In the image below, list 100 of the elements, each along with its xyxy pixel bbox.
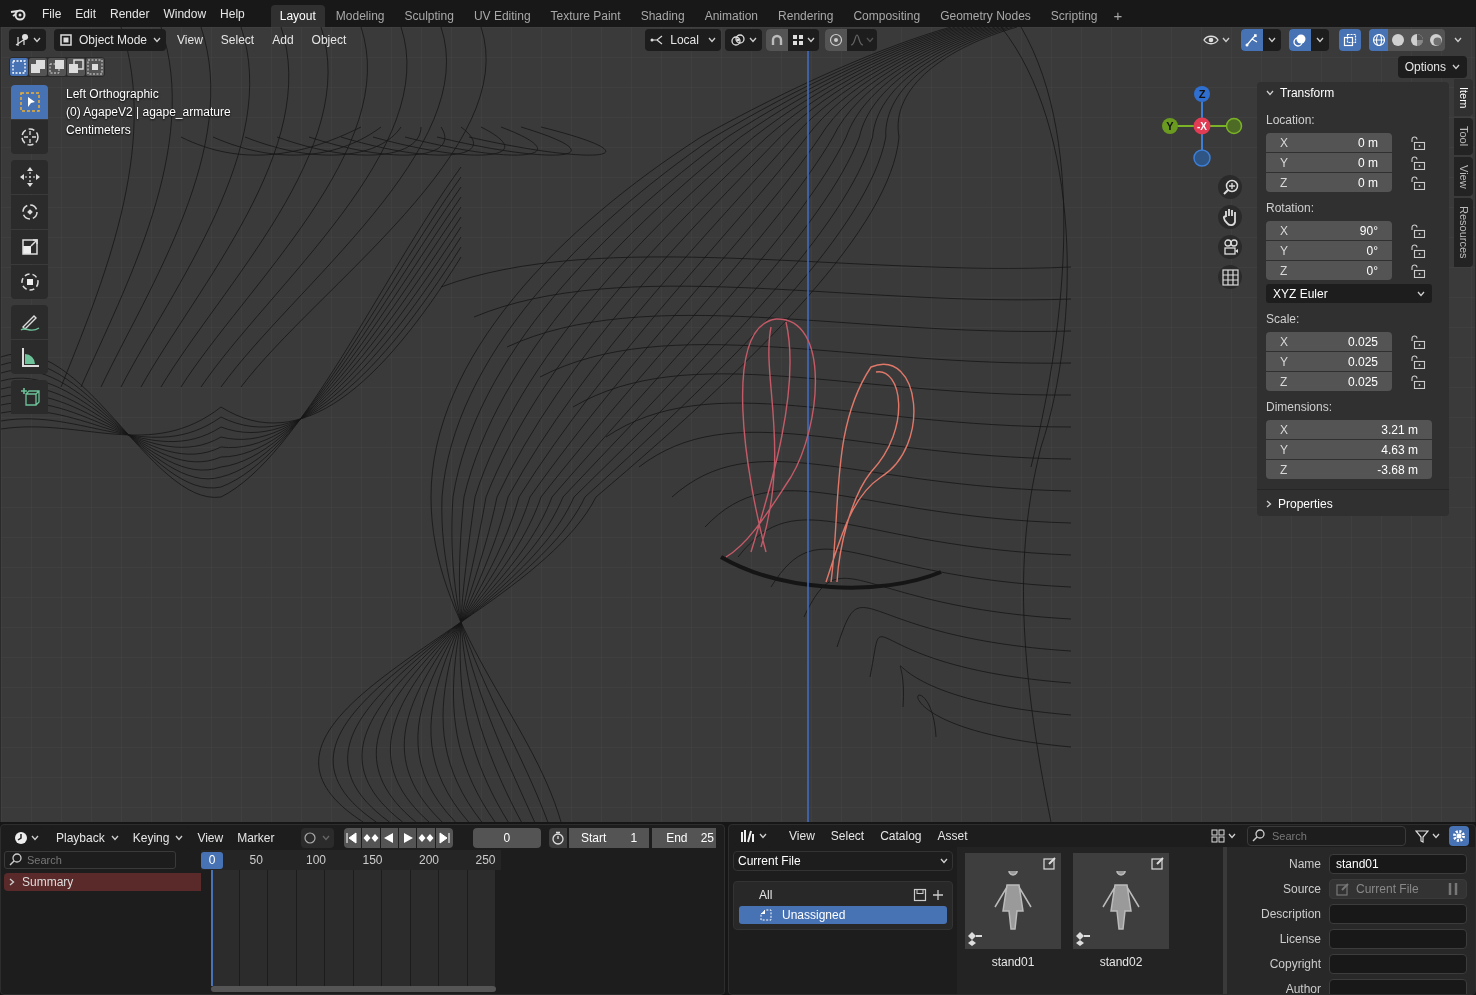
frame-field[interactable]: 0 xyxy=(473,828,541,848)
search-field[interactable]: Search xyxy=(4,851,176,869)
xray-toggle[interactable] xyxy=(1339,29,1361,51)
tool-button[interactable] xyxy=(11,230,48,264)
menu-item[interactable]: Select xyxy=(823,825,872,847)
workspace-tab[interactable]: Geometry Nodes xyxy=(931,5,1040,27)
text-field[interactable]: stand01 xyxy=(1329,854,1467,874)
selection-mode-button[interactable] xyxy=(48,58,66,76)
menu-item[interactable]: Add xyxy=(265,29,301,51)
menu-item[interactable]: Select xyxy=(213,29,262,51)
selection-mode-button[interactable] xyxy=(67,58,85,76)
menu-item[interactable]: Asset xyxy=(930,825,975,847)
playback-button[interactable] xyxy=(399,828,417,848)
list-item[interactable]: All xyxy=(739,886,907,904)
playback-button[interactable] xyxy=(435,828,454,848)
menu-item[interactable]: Edit xyxy=(69,3,103,24)
workspace-tab[interactable]: Scripting xyxy=(1041,5,1107,27)
workspace-tab[interactable]: Modeling xyxy=(326,5,394,27)
workspace-tab[interactable]: Compositing xyxy=(844,5,930,27)
playback-button[interactable] xyxy=(380,828,398,848)
sidebar-tab[interactable]: View xyxy=(1454,156,1473,197)
playback-button[interactable] xyxy=(343,828,362,848)
start-frame-field[interactable]: Start 1 xyxy=(568,828,650,848)
tool-button[interactable] xyxy=(11,265,48,299)
number-field[interactable]: X 3.21 m xyxy=(1266,420,1432,439)
playback-button[interactable] xyxy=(417,828,435,848)
plus-icon[interactable] xyxy=(932,889,944,901)
edit-icon[interactable] xyxy=(1151,856,1165,870)
workspace-tab[interactable]: Shading xyxy=(631,5,694,27)
list-item[interactable]: Unassigned xyxy=(739,906,947,924)
panel-header[interactable]: Properties xyxy=(1257,492,1449,516)
number-field[interactable]: X 0 m xyxy=(1266,133,1392,152)
workspace-tab[interactable]: UV Editing xyxy=(464,5,540,27)
proportional-edit-toggle[interactable] xyxy=(825,29,848,51)
menu-item[interactable]: Marker xyxy=(231,827,281,849)
playback-button[interactable] xyxy=(362,828,380,848)
selection-mode-button[interactable] xyxy=(10,58,28,76)
selection-mode-button[interactable] xyxy=(86,58,104,76)
number-field[interactable]: X 90° xyxy=(1266,221,1392,240)
number-field[interactable]: Y 0.025 xyxy=(1266,352,1392,371)
number-field[interactable]: Z -3.68 m xyxy=(1266,460,1432,479)
number-field[interactable]: Z 0 m xyxy=(1266,173,1392,192)
library-dropdown[interactable]: Current File xyxy=(733,851,953,871)
menu-item[interactable]: Render xyxy=(104,3,156,24)
number-field[interactable]: Y 0 m xyxy=(1266,153,1392,172)
sidebar-tab[interactable]: Item xyxy=(1454,79,1473,117)
menu-item[interactable]: Help xyxy=(214,3,251,24)
workspace-tab[interactable]: Sculpting xyxy=(395,5,463,27)
add-workspace-button[interactable]: + xyxy=(1108,5,1128,27)
asset-thumbnail[interactable] xyxy=(965,853,1061,949)
sidebar-tab[interactable]: Tool xyxy=(1454,118,1473,155)
tool-button[interactable] xyxy=(11,160,48,194)
end-frame-field[interactable]: End 25 xyxy=(652,828,716,848)
number-field[interactable]: Y 0° xyxy=(1266,241,1392,260)
workspace-tab[interactable]: Animation xyxy=(695,5,768,27)
text-field[interactable] xyxy=(1329,954,1467,974)
axis-handle[interactable] xyxy=(1193,149,1211,167)
stopwatch-toggle[interactable] xyxy=(548,828,567,848)
number-field[interactable]: X 0.025 xyxy=(1266,332,1392,351)
settings-button[interactable] xyxy=(1449,826,1469,846)
selection-mode-button[interactable] xyxy=(29,58,47,76)
save-icon[interactable] xyxy=(913,888,927,902)
menu-item[interactable]: File xyxy=(36,3,68,24)
mode-dropdown[interactable]: Object Mode xyxy=(54,29,167,51)
number-field[interactable]: Z 0.025 xyxy=(1266,372,1392,391)
edit-icon[interactable] xyxy=(1043,856,1057,870)
sidebar-tab[interactable]: Resources xyxy=(1454,198,1473,267)
workspace-tab[interactable]: Texture Paint xyxy=(541,5,630,27)
playhead-frame[interactable]: 0 xyxy=(201,851,223,869)
orientation-dropdown[interactable]: Local xyxy=(645,29,722,51)
editor-type-button[interactable] xyxy=(9,29,46,51)
tool-button[interactable] xyxy=(11,195,48,229)
tool-button[interactable] xyxy=(11,340,48,374)
text-field[interactable] xyxy=(1329,904,1467,924)
gizmo-toggle[interactable] xyxy=(1241,29,1263,51)
menu-item[interactable]: Object xyxy=(304,29,354,51)
workspace-tab[interactable]: Layout xyxy=(270,5,325,27)
scrollbar[interactable] xyxy=(211,986,496,992)
axis-handle[interactable]: -X xyxy=(1193,117,1211,135)
workspace-tab[interactable]: Rendering xyxy=(769,5,843,27)
axis-handle[interactable] xyxy=(1225,117,1243,135)
axis-handle[interactable]: Z xyxy=(1194,86,1210,102)
menu-item[interactable]: View xyxy=(170,29,210,51)
tool-button[interactable] xyxy=(11,305,48,339)
number-field[interactable]: Y 4.63 m xyxy=(1266,440,1432,459)
text-field[interactable] xyxy=(1329,929,1467,949)
tool-button[interactable] xyxy=(11,120,48,154)
overlays-toggle[interactable] xyxy=(1289,29,1311,51)
axis-handle[interactable]: Y xyxy=(1162,118,1178,134)
search-field[interactable]: Search xyxy=(1247,826,1406,846)
panel-header[interactable]: Transform xyxy=(1266,82,1440,104)
shading-mode-button[interactable] xyxy=(1369,29,1388,51)
menu-item[interactable]: View xyxy=(191,827,230,849)
asset-thumbnail[interactable] xyxy=(1073,853,1169,949)
number-field[interactable]: Z 0° xyxy=(1266,261,1392,280)
options-dropdown[interactable]: Options xyxy=(1397,56,1467,78)
menu-item[interactable]: Window xyxy=(157,3,213,24)
menu-item[interactable]: Catalog xyxy=(873,825,929,847)
snap-toggle[interactable] xyxy=(766,29,789,51)
text-field[interactable] xyxy=(1329,979,1467,994)
